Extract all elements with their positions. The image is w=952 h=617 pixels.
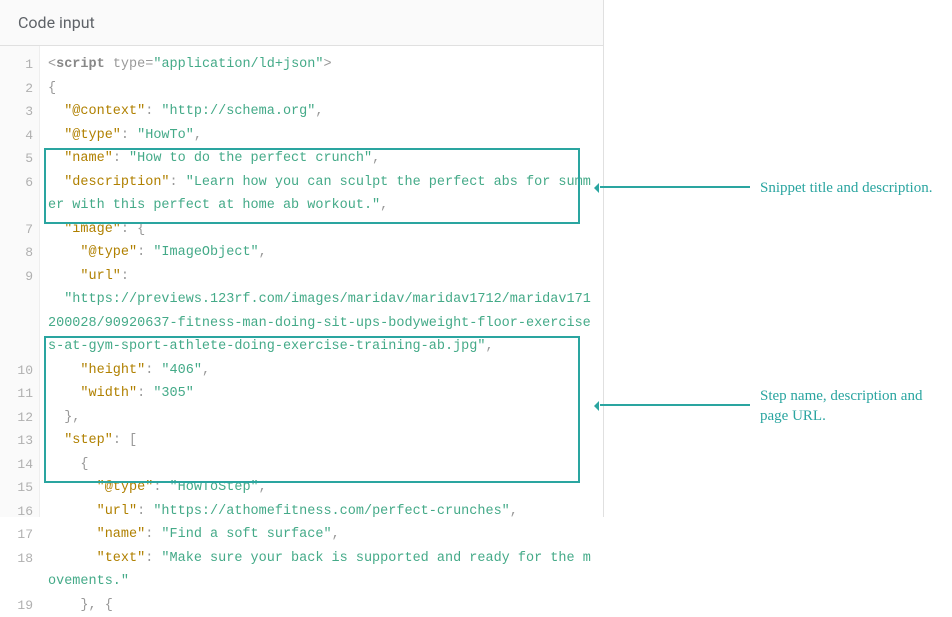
- code-body: 12345678910111213141516171819 <script ty…: [0, 46, 603, 517]
- line-number: 8: [0, 241, 33, 265]
- line-number: [0, 288, 33, 312]
- line-number: 16: [0, 500, 33, 524]
- code-panel: Code input 12345678910111213141516171819…: [0, 0, 604, 517]
- line-number: 12: [0, 406, 33, 430]
- line-number: 2: [0, 77, 33, 101]
- line-number: 4: [0, 124, 33, 148]
- line-number: 18: [0, 547, 33, 571]
- line-number: 10: [0, 359, 33, 383]
- code-line[interactable]: {: [48, 453, 595, 477]
- code-line[interactable]: },: [48, 406, 595, 430]
- code-line[interactable]: "width": "305": [48, 382, 595, 406]
- line-number: [0, 335, 33, 359]
- code-line[interactable]: "image": {: [48, 218, 595, 242]
- code-line[interactable]: "name": "Find a soft surface",: [48, 523, 595, 547]
- arrow-icon: [600, 186, 750, 188]
- line-number: [0, 312, 33, 336]
- code-line[interactable]: "https://previews.123rf.com/images/marid…: [48, 288, 595, 359]
- panel-title: Code input: [0, 0, 603, 46]
- code-editor[interactable]: <script type="application/ld+json">{ "@c…: [40, 46, 603, 517]
- code-line[interactable]: <script type="application/ld+json">: [48, 53, 595, 77]
- line-number: 19: [0, 594, 33, 617]
- line-number: 1: [0, 53, 33, 77]
- code-line[interactable]: "@context": "http://schema.org",: [48, 100, 595, 124]
- code-line[interactable]: "@type": "HowTo",: [48, 124, 595, 148]
- line-number: [0, 194, 33, 218]
- line-number: 11: [0, 382, 33, 406]
- code-line[interactable]: "@type": "ImageObject",: [48, 241, 595, 265]
- code-line[interactable]: }, {: [48, 594, 595, 617]
- code-line[interactable]: "url":: [48, 265, 595, 289]
- code-line[interactable]: "url": "https://athomefitness.com/perfec…: [48, 500, 595, 524]
- line-number: 17: [0, 523, 33, 547]
- code-line[interactable]: "description": "Learn how you can sculpt…: [48, 171, 595, 218]
- line-number: 14: [0, 453, 33, 477]
- code-line[interactable]: "@type": "HowToStep",: [48, 476, 595, 500]
- annotation-snippet: Snippet title and description.: [760, 178, 950, 198]
- arrow-icon: [600, 404, 750, 406]
- line-number: [0, 570, 33, 594]
- line-number: 5: [0, 147, 33, 171]
- code-line[interactable]: "step": [: [48, 429, 595, 453]
- line-number-gutter: 12345678910111213141516171819: [0, 46, 40, 517]
- line-number: 7: [0, 218, 33, 242]
- code-line[interactable]: "name": "How to do the perfect crunch",: [48, 147, 595, 171]
- line-number: 15: [0, 476, 33, 500]
- code-line[interactable]: {: [48, 77, 595, 101]
- annotation-step: Step name, description and page URL.: [760, 386, 950, 427]
- code-line[interactable]: "text": "Make sure your back is supporte…: [48, 547, 595, 594]
- line-number: 13: [0, 429, 33, 453]
- line-number: 9: [0, 265, 33, 289]
- line-number: 3: [0, 100, 33, 124]
- line-number: 6: [0, 171, 33, 195]
- code-line[interactable]: "height": "406",: [48, 359, 595, 383]
